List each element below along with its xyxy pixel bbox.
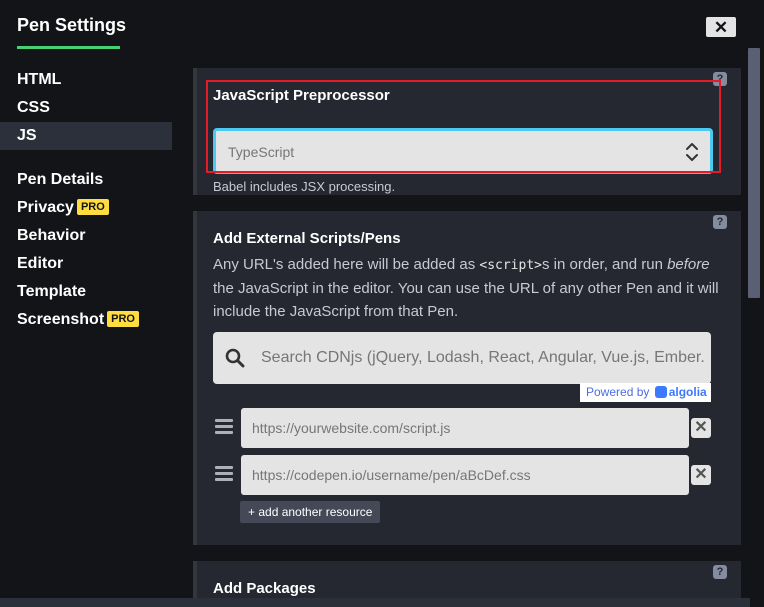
sidebar-item-pen-details[interactable]: Pen Details: [0, 166, 172, 194]
sidebar-item-privacy[interactable]: Privacy PRO: [0, 194, 172, 222]
sidebar-item-label: Privacy: [17, 199, 74, 216]
sidebar-item-label: Editor: [17, 255, 64, 272]
resource-url-input[interactable]: https://yourwebsite.com/script.js: [241, 408, 689, 448]
sidebar-item-css[interactable]: CSS: [0, 94, 172, 122]
resource-url-placeholder: https://yourwebsite.com/script.js: [252, 420, 451, 436]
resource-row: https://codepen.io/username/pen/aBcDef.c…: [213, 455, 713, 495]
search-icon: [225, 348, 245, 368]
sidebar-item-html[interactable]: HTML: [0, 66, 172, 94]
desc-text: the JavaScript in the editor. You can us…: [213, 280, 719, 320]
algolia-logo-icon: [654, 385, 667, 398]
desc-text: s in order, and run: [542, 256, 668, 273]
modal-title: Pen Settings: [17, 15, 127, 35]
packages-title: Add Packages: [213, 580, 316, 597]
algolia-brand: algolia: [668, 385, 707, 399]
sidebar-item-label: CSS: [17, 99, 50, 116]
add-resource-button[interactable]: + add another resource: [240, 501, 381, 523]
sidebar-item-js[interactable]: JS: [0, 122, 172, 150]
resource-row: https://yourwebsite.com/script.js ✕: [213, 408, 713, 448]
help-icon[interactable]: ?: [713, 565, 727, 579]
resource-url-placeholder: https://codepen.io/username/pen/aBcDef.c…: [252, 467, 531, 483]
external-scripts-description: Any URL's added here will be added as <s…: [213, 253, 725, 323]
sidebar-item-label: Screenshot: [17, 311, 105, 328]
sidebar-item-label: JS: [17, 127, 37, 144]
powered-by-algolia[interactable]: Powered by algolia: [580, 383, 711, 402]
sidebar-item-template[interactable]: Template: [0, 278, 172, 306]
help-icon[interactable]: ?: [713, 215, 727, 229]
sidebar-item-label: Pen Details: [17, 171, 104, 188]
sidebar-item-behavior[interactable]: Behavior: [0, 222, 172, 250]
close-button[interactable]: ✕: [706, 17, 736, 37]
sidebar-item-label: Template: [17, 283, 87, 300]
sidebar-item-label: HTML: [17, 71, 62, 88]
bottom-strip: [0, 598, 750, 607]
remove-resource-button[interactable]: ✕: [691, 465, 711, 485]
resource-url-input[interactable]: https://codepen.io/username/pen/aBcDef.c…: [241, 455, 689, 495]
external-scripts-panel: ? Add External Scripts/Pens Any URL's ad…: [193, 211, 741, 545]
drag-handle-icon[interactable]: [215, 419, 233, 435]
sidebar-item-editor[interactable]: Editor: [0, 250, 172, 278]
scrollbar-thumb[interactable]: [748, 48, 760, 298]
sidebar-item-label: Behavior: [17, 227, 86, 244]
desc-emphasis: before: [667, 256, 710, 273]
desc-code: <script>: [479, 258, 542, 273]
search-placeholder: Search CDNjs (jQuery, Lodash, React, Ang…: [261, 349, 705, 366]
drag-handle-icon[interactable]: [215, 466, 233, 482]
powered-by-text: Powered by: [586, 385, 650, 399]
pro-badge: PRO: [76, 198, 109, 215]
pro-badge: PRO: [107, 310, 139, 327]
sidebar-item-screenshot[interactable]: Screenshot PRO: [0, 306, 172, 334]
cdnjs-search-input[interactable]: Search CDNjs (jQuery, Lodash, React, Ang…: [213, 332, 711, 384]
remove-resource-button[interactable]: ✕: [691, 418, 711, 438]
desc-text: Any URL's added here will be added as: [213, 256, 480, 273]
modal-header: Pen Settings ✕: [0, 0, 764, 49]
preprocessor-hint: Babel includes JSX processing.: [213, 179, 396, 194]
title-underline: [17, 46, 120, 49]
focus-highlight-box: [206, 80, 721, 173]
external-scripts-title: Add External Scripts/Pens: [213, 230, 401, 247]
